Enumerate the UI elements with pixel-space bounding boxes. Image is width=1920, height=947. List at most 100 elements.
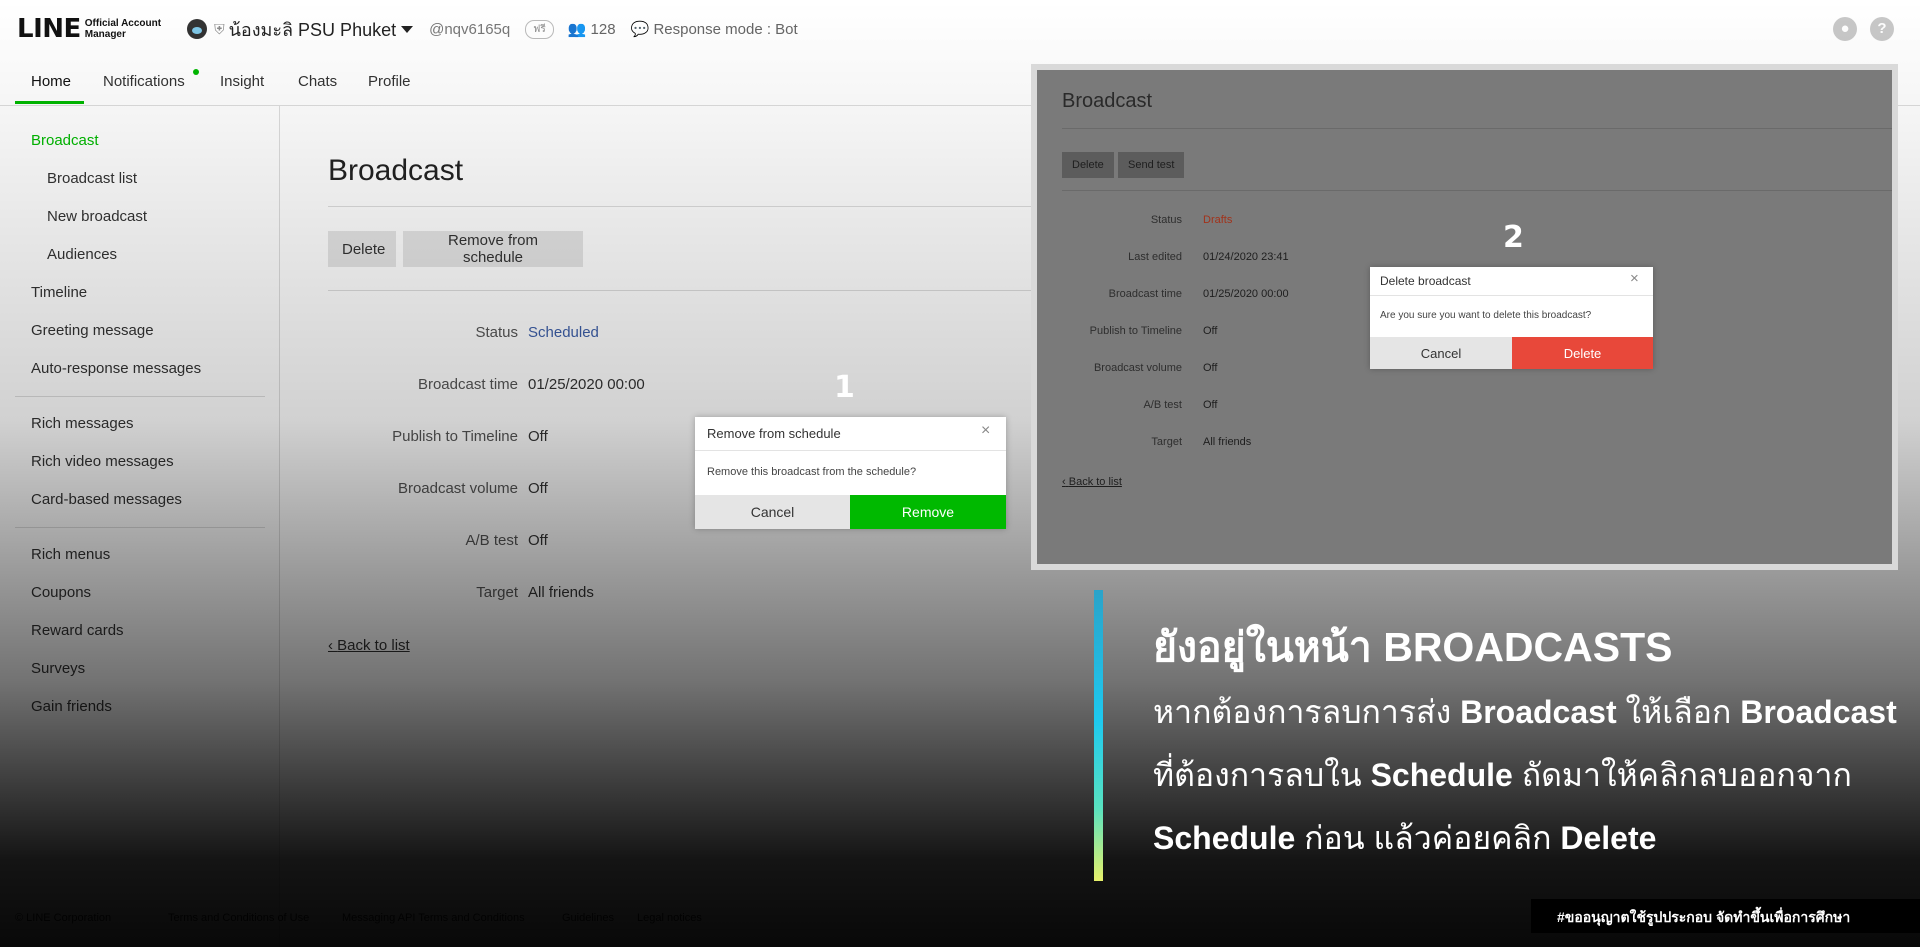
- logo-subtitle-line1: Official Account: [84, 18, 162, 29]
- inset-delete-button[interactable]: Delete: [1062, 152, 1114, 178]
- response-mode-label: Response mode : Bot: [653, 21, 798, 38]
- sidebar-item-card-based-messages[interactable]: Card-based messages: [31, 491, 182, 508]
- sidebar-item-new-broadcast[interactable]: New broadcast: [47, 208, 147, 225]
- inset-value-broadcast-volume: Off: [1203, 362, 1218, 374]
- logo-subtitle: Official Account Manager: [85, 18, 161, 40]
- chevron-left-icon: ‹: [1062, 476, 1066, 488]
- chevron-down-icon[interactable]: [401, 25, 414, 33]
- remove-button[interactable]: Remove: [850, 495, 1006, 529]
- inset-label-last-edited: Last edited: [1128, 251, 1182, 263]
- delete-button[interactable]: Delete: [1512, 337, 1653, 369]
- sidebar-item-audiences[interactable]: Audiences: [47, 246, 117, 263]
- footer-link-guidelines[interactable]: Guidelines: [562, 912, 614, 924]
- detail-value-publish-timeline: Off: [528, 428, 548, 445]
- inset-label-broadcast-time: Broadcast time: [1108, 288, 1182, 300]
- sidebar-item-gain-friends[interactable]: Gain friends: [31, 698, 112, 715]
- inset-value-broadcast-time: 01/25/2020 00:00: [1203, 288, 1289, 300]
- sidebar-item-surveys[interactable]: Surveys: [31, 660, 85, 677]
- inset-screenshot: Broadcast Delete Send test Status Drafts…: [1031, 64, 1898, 570]
- sidebar-item-timeline[interactable]: Timeline: [31, 284, 87, 301]
- page-title: Broadcast: [328, 154, 464, 187]
- sidebar-divider: [15, 527, 265, 528]
- detail-label-broadcast-time: Broadcast time: [417, 376, 518, 393]
- delete-broadcast-dialog: Delete broadcast × Are you sure you want…: [1370, 267, 1653, 369]
- step-number-2: 2: [1503, 220, 1524, 255]
- footer-link-legal[interactable]: Legal notices: [637, 912, 702, 924]
- tab-notifications[interactable]: Notifications: [103, 73, 185, 90]
- annotation-emphasis: Broadcast: [1740, 694, 1897, 730]
- dialog-divider: [695, 450, 1006, 451]
- inset-back-to-list-link[interactable]: ‹ Back to list: [1062, 476, 1122, 488]
- sidebar-item-rich-messages[interactable]: Rich messages: [31, 415, 134, 432]
- annotation-text: ถัดมาให้คลิกลบออกจาก: [1512, 757, 1852, 793]
- detail-value-broadcast-volume: Off: [528, 480, 548, 497]
- chevron-left-icon: ‹: [328, 637, 333, 654]
- annotation-text: ให้เลือก: [1616, 694, 1741, 730]
- detail-label-status: Status: [475, 324, 518, 341]
- annotation-emphasis: Schedule: [1370, 757, 1513, 793]
- cancel-button[interactable]: Cancel: [695, 495, 850, 529]
- cancel-button[interactable]: Cancel: [1370, 337, 1512, 369]
- footer-link-terms[interactable]: Terms and Conditions of Use: [168, 912, 309, 924]
- annotation-emphasis: Delete: [1560, 820, 1657, 856]
- detail-value-target: All friends: [528, 584, 594, 601]
- annotation-text: ก่อน แล้วค่อยคลิก: [1295, 820, 1561, 856]
- top-header: LINE Official Account Manager ⛨ น้องมะลิ…: [0, 0, 1920, 58]
- inset-value-last-edited: 01/24/2020 23:41: [1203, 251, 1289, 263]
- inset-label-ab-test: A/B test: [1143, 399, 1182, 411]
- response-mode[interactable]: 💬 Response mode : Bot: [631, 20, 798, 38]
- delete-button[interactable]: Delete: [328, 231, 396, 267]
- logo-subtitle-line2: Manager: [84, 29, 126, 40]
- detail-label-ab-test: A/B test: [465, 532, 518, 549]
- inset-send-test-button[interactable]: Send test: [1118, 152, 1185, 178]
- annotation-emphasis: Broadcast: [1460, 694, 1617, 730]
- inset-divider: [1062, 190, 1892, 191]
- close-icon[interactable]: ×: [1630, 270, 1639, 287]
- annotation-text: ที่ต้องการลบใน: [1153, 757, 1371, 793]
- help-icon[interactable]: ?: [1870, 17, 1894, 41]
- close-icon[interactable]: ×: [981, 422, 990, 440]
- sidebar-item-broadcast-list[interactable]: Broadcast list: [47, 170, 137, 187]
- inset-label-status: Status: [1150, 214, 1182, 226]
- annotation-emphasis: Schedule: [1153, 820, 1296, 856]
- tab-home[interactable]: Home: [31, 73, 71, 90]
- sidebar-item-broadcast[interactable]: Broadcast: [31, 132, 99, 149]
- tab-chats[interactable]: Chats: [298, 73, 337, 90]
- tab-insight[interactable]: Insight: [220, 73, 264, 90]
- sidebar-item-auto-response[interactable]: Auto-response messages: [31, 360, 201, 377]
- inset-back-label: Back to list: [1068, 476, 1122, 488]
- user-profile-icon[interactable]: ●: [1833, 17, 1857, 41]
- inset-value-ab-test: Off: [1203, 399, 1218, 411]
- account-avatar[interactable]: [187, 19, 208, 39]
- chat-bubble-icon: 💬: [630, 21, 650, 38]
- step-number-1: 1: [834, 370, 855, 405]
- sidebar-item-coupons[interactable]: Coupons: [31, 584, 91, 601]
- notification-dot: [193, 69, 199, 75]
- line-logo[interactable]: LINE: [17, 14, 81, 44]
- footer-link-api-terms[interactable]: Messaging API Terms and Conditions: [342, 912, 525, 924]
- remove-from-schedule-button[interactable]: Remove from schedule: [403, 231, 583, 267]
- footer-copyright: © LINE Corporation: [15, 912, 112, 924]
- dialog-divider: [1370, 295, 1653, 296]
- detail-value-status: Scheduled: [528, 324, 599, 341]
- sidebar: Broadcast Broadcast list New broadcast A…: [0, 106, 280, 947]
- back-to-list-link[interactable]: ‹ Back to list: [328, 637, 410, 654]
- inset-label-publish-timeline: Publish to Timeline: [1089, 325, 1182, 337]
- friends-count-value: 128: [590, 21, 616, 38]
- inset-divider: [1062, 128, 1892, 129]
- plan-badge: ฟรี: [525, 19, 554, 39]
- account-name[interactable]: น้องมะลิ PSU Phuket: [229, 15, 397, 44]
- sidebar-item-reward-cards[interactable]: Reward cards: [31, 622, 124, 639]
- sidebar-item-greeting-message[interactable]: Greeting message: [31, 322, 154, 339]
- toolbar-divider: [328, 290, 1088, 291]
- sidebar-item-rich-video-messages[interactable]: Rich video messages: [31, 453, 174, 470]
- friends-count: 👥 128: [568, 20, 616, 38]
- back-to-list-label: Back to list: [337, 637, 410, 654]
- detail-label-target: Target: [476, 584, 518, 601]
- inset-value-status: Drafts: [1203, 214, 1233, 226]
- accent-bar: [1094, 590, 1103, 881]
- sidebar-item-rich-menus[interactable]: Rich menus: [31, 546, 110, 563]
- inset-page-title: Broadcast: [1062, 90, 1153, 112]
- inset-value-target: All friends: [1203, 436, 1252, 448]
- tab-profile[interactable]: Profile: [368, 73, 411, 90]
